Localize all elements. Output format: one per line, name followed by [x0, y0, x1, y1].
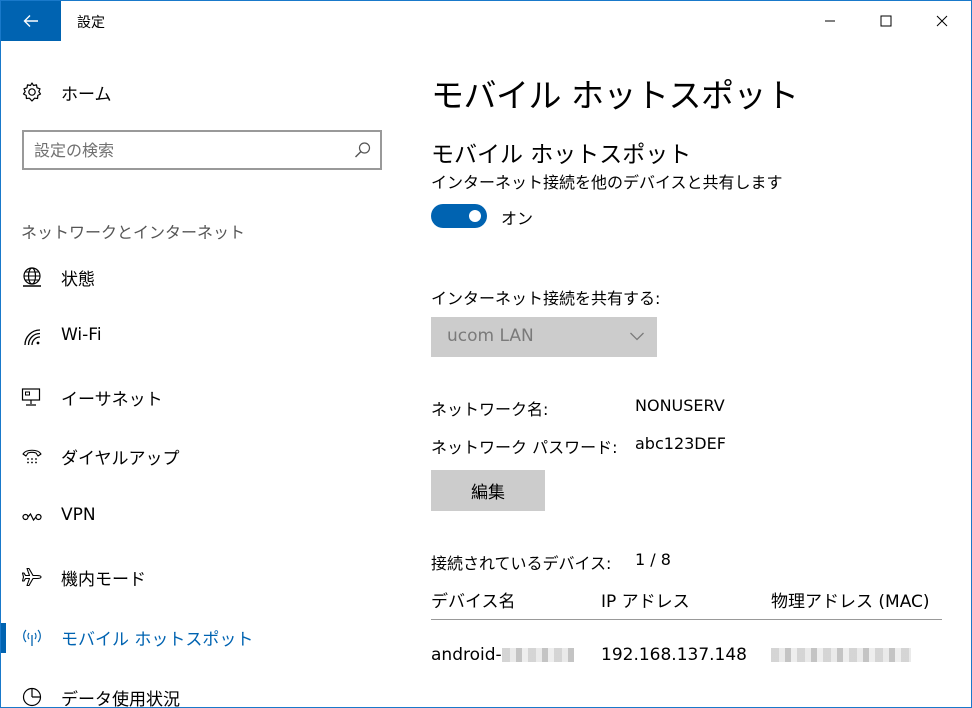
sidebar-item-label: Wi-Fi: [61, 325, 102, 345]
maximize-button[interactable]: [858, 1, 914, 41]
data-usage-icon: [22, 687, 42, 707]
airplane-icon: [21, 567, 42, 587]
wifi-icon: [24, 329, 41, 346]
mac-address-cell: [771, 645, 911, 665]
chevron-down-icon: [630, 332, 644, 341]
page-title: モバイル ホットスポット: [431, 76, 799, 115]
share-connection-label: インターネット接続を共有する:: [431, 289, 661, 308]
network-name-value: NONUSERV: [635, 396, 725, 415]
section-description: インターネット接続を他のデバイスと共有します: [431, 173, 783, 192]
sidebar-item-label: イーサネット: [61, 390, 163, 410]
sidebar-item-status[interactable]: 状態: [1, 255, 401, 299]
connected-devices-value: 1 / 8: [635, 550, 671, 569]
hotspot-icon: [23, 629, 41, 646]
toggle-knob: [469, 210, 481, 222]
minimize-icon: [825, 20, 835, 22]
minimize-button[interactable]: [802, 1, 858, 41]
settings-window: 設定 ホーム ネットワークとインターネット: [0, 0, 972, 708]
close-icon: [936, 15, 948, 27]
back-arrow-icon: [23, 15, 38, 27]
sidebar-item-vpn[interactable]: VPN: [1, 495, 401, 539]
title-bar: 設定: [1, 1, 971, 41]
close-button[interactable]: [914, 1, 970, 41]
redacted-device-suffix: [501, 648, 574, 662]
search-icon[interactable]: [354, 141, 372, 159]
table-row: android-: [431, 645, 574, 665]
sidebar-item-label: データ使用状況: [61, 690, 180, 708]
column-header-ip-address: IP アドレス: [601, 592, 690, 612]
sidebar-item-dialup[interactable]: ダイヤルアップ: [1, 434, 401, 478]
sidebar-item-label: 機内モード: [61, 570, 146, 590]
gear-icon: [22, 82, 42, 102]
sidebar-item-mobile-hotspot[interactable]: モバイル ホットスポット: [1, 615, 401, 659]
globe-icon: [23, 267, 41, 287]
sidebar-item-wifi[interactable]: Wi-Fi: [1, 315, 401, 359]
ip-address-cell: 192.168.137.148: [601, 645, 748, 665]
network-password-label: ネットワーク パスワード:: [431, 438, 618, 457]
back-button[interactable]: [1, 1, 61, 41]
sidebar-item-data-usage[interactable]: データ使用状況: [1, 675, 401, 708]
maximize-icon: [880, 15, 892, 27]
edit-button[interactable]: 編集: [431, 470, 545, 511]
sidebar-item-label: モバイル ホットスポット: [61, 630, 254, 650]
toggle-state-label: オン: [501, 209, 534, 228]
sidebar-item-ethernet[interactable]: イーサネット: [1, 375, 401, 419]
share-connection-select[interactable]: ucom LAN: [431, 317, 657, 357]
main-content: モバイル ホットスポット モバイル ホットスポット インターネット接続を他のデバ…: [431, 41, 961, 707]
sidebar-item-label: ダイヤルアップ: [61, 449, 180, 469]
sidebar-item-label: VPN: [61, 505, 96, 525]
home-label: ホーム: [61, 84, 112, 105]
connected-devices-label: 接続されているデバイス:: [431, 554, 612, 573]
sidebar-section-title: ネットワークとインターネット: [21, 223, 246, 242]
column-header-device-name: デバイス名: [431, 592, 516, 612]
share-connection-value: ucom LAN: [447, 326, 534, 346]
network-password-value: abc123DEF: [635, 434, 726, 453]
home-link[interactable]: ホーム: [21, 79, 112, 105]
network-name-label: ネットワーク名:: [431, 400, 549, 419]
window-title: 設定: [77, 15, 105, 31]
settings-search[interactable]: [22, 130, 382, 170]
sidebar-item-label: 状態: [61, 270, 95, 290]
column-header-mac-address: 物理アドレス (MAC): [771, 592, 930, 612]
sidebar: ホーム ネットワークとインターネット 状態: [1, 41, 401, 708]
sidebar-item-airplane-mode[interactable]: 機内モード: [1, 555, 401, 599]
ethernet-icon: [21, 388, 41, 406]
dialup-icon: [22, 449, 42, 464]
device-name-cell: android-: [431, 645, 502, 665]
search-input[interactable]: [34, 138, 334, 162]
active-indicator: [1, 623, 6, 653]
vpn-icon: [22, 512, 42, 522]
table-divider: [431, 619, 942, 620]
section-title: モバイル ホットスポット: [431, 142, 692, 168]
redacted-mac-address: [771, 648, 911, 662]
hotspot-toggle[interactable]: [431, 204, 487, 228]
